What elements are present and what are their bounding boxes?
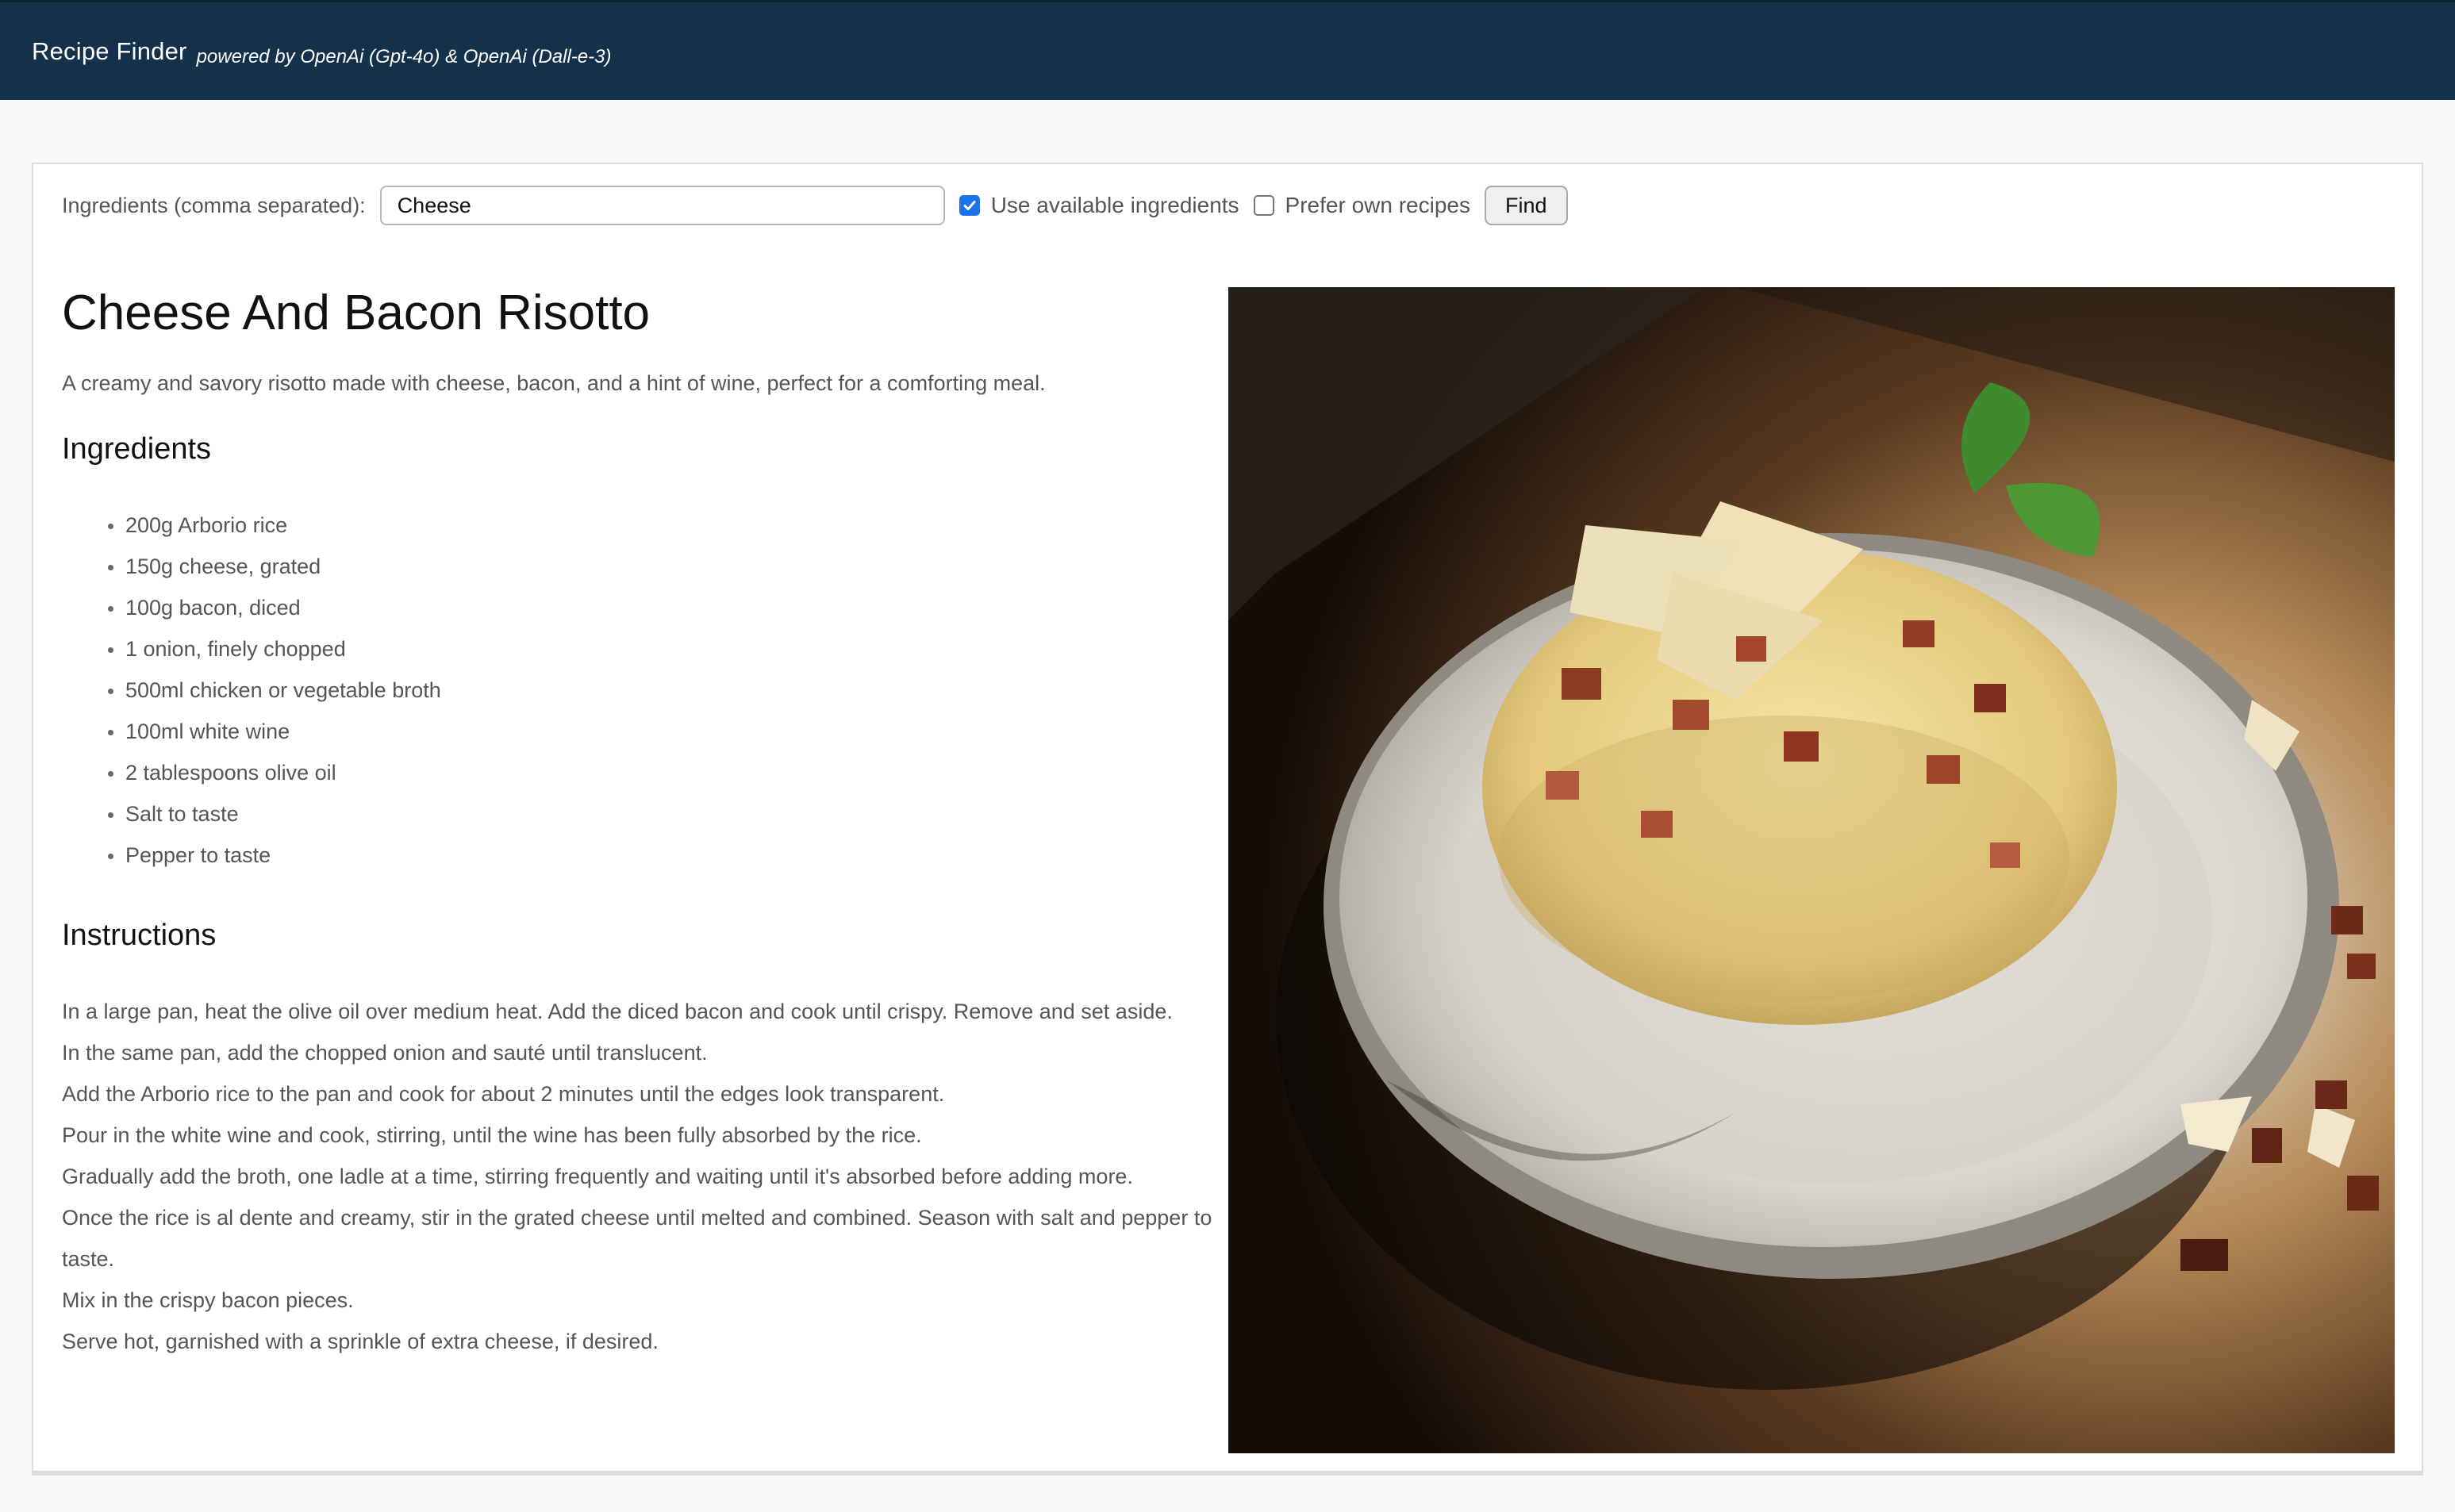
instruction-step: In the same pan, add the chopped onion a… [62,1041,708,1065]
ingredient-item: 150g cheese, grated [108,546,1220,587]
ingredient-item: 100g bacon, diced [108,587,1220,628]
instruction-step: Add the Arborio rice to the pan and cook… [62,1082,945,1106]
ingredient-item: Pepper to taste [108,835,1220,876]
ingredients-input[interactable] [379,186,945,225]
prefer-own-checkbox[interactable] [1253,195,1274,216]
ingredient-item: 2 tablespoons olive oil [108,752,1220,793]
recipe-card: Ingredients (comma separated): Use avail… [32,163,2423,1476]
use-available-option[interactable]: Use available ingredients [959,193,1239,218]
ingredient-item: Salt to taste [108,793,1220,835]
instruction-step: Serve hot, garnished with a sprinkle of … [62,1330,659,1353]
app-title: Recipe Finder [32,36,187,65]
instruction-list: In a large pan, heat the olive oil over … [62,991,1220,1362]
checkmark-icon [963,201,976,210]
instructions-heading: Instructions [62,919,217,952]
search-bar: Ingredients (comma separated): Use avail… [62,185,1568,226]
ingredients-heading: Ingredients [62,432,212,466]
prefer-own-option[interactable]: Prefer own recipes [1253,193,1470,218]
risotto-dish-illustration [1228,287,2395,1453]
recipe-description: A creamy and savory risotto made with ch… [62,371,1046,395]
ingredient-item: 100ml white wine [108,711,1220,752]
instruction-step: Gradually add the broth, one ladle at a … [62,1165,1133,1188]
use-available-checkbox[interactable] [959,195,980,216]
recipe-details: Cheese And Bacon Risotto A creamy and sa… [62,275,1220,1362]
app-subtitle: powered by OpenAi (Gpt-4o) & OpenAi (Dal… [196,45,612,67]
recipe-image [1228,287,2395,1453]
instruction-step: Mix in the crispy bacon pieces. [62,1288,354,1312]
prefer-own-label: Prefer own recipes [1285,193,1470,217]
app-header: Recipe Finder powered by OpenAi (Gpt-4o)… [0,0,2455,100]
ingredient-item: 200g Arborio rice [108,505,1220,546]
ingredient-item: 500ml chicken or vegetable broth [108,670,1220,711]
find-button[interactable]: Find [1484,186,1568,225]
recipe-title: Cheese And Bacon Risotto [62,286,651,340]
ingredients-label: Ingredients (comma separated): [62,193,366,217]
instruction-step: Pour in the white wine and cook, stirrin… [62,1123,922,1147]
ingredient-item: 1 onion, finely chopped [108,628,1220,670]
instruction-step: Once the rice is al dente and creamy, st… [62,1206,1212,1271]
instruction-step: In a large pan, heat the olive oil over … [62,1000,1173,1023]
ingredient-list: 200g Arborio rice 150g cheese, grated 10… [62,505,1220,876]
use-available-label: Use available ingredients [990,193,1239,217]
